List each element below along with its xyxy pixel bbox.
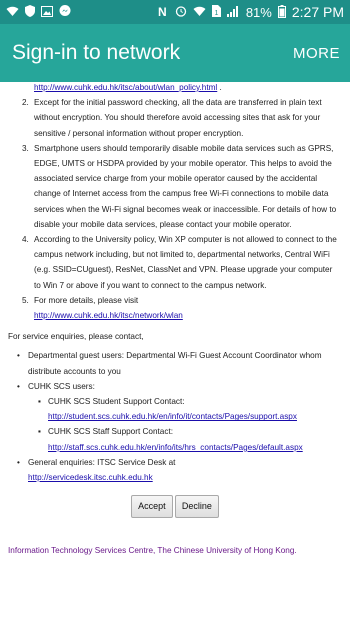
item-text: For more details, please visit xyxy=(34,295,139,305)
button-row: Accept Decline xyxy=(0,495,350,519)
shield-icon xyxy=(25,5,35,19)
app-bar: Sign-in to network MORE xyxy=(0,24,350,82)
more-button[interactable]: MORE xyxy=(293,45,340,62)
clock: 2:27 PM xyxy=(291,4,344,20)
item-number: 2. xyxy=(22,98,29,108)
status-right: N 1 81% 2:27 PM xyxy=(158,4,344,20)
list-item: 4. According to the University policy, W… xyxy=(0,232,350,293)
item-number: 5. xyxy=(22,295,29,305)
item-text: Smartphone users should temporarily disa… xyxy=(34,143,337,229)
decline-button[interactable]: Decline xyxy=(174,495,219,519)
wifi-signal-icon xyxy=(193,6,206,19)
content-scroll: http://www.cuhk.edu.hk/itsc/about/wlan_p… xyxy=(0,82,350,556)
staff-support-link[interactable]: http://staff.scs.cuhk.edu.hk/en/info/its… xyxy=(48,443,303,452)
alarm-icon xyxy=(175,5,187,19)
battery-percent: 81% xyxy=(245,4,272,20)
item-number: 3. xyxy=(22,143,29,153)
wifi-icon xyxy=(6,6,19,19)
footer: Information Technology Services Centre, … xyxy=(8,546,297,556)
link-suffix: . xyxy=(217,83,222,92)
staff-label: CUHK SCS Staff Support Contact: xyxy=(48,427,173,437)
item-number: 4. xyxy=(22,235,29,245)
status-left xyxy=(6,5,71,19)
bullet-icon: ▪ xyxy=(38,397,41,407)
list-item: 3. Smartphone users should temporarily d… xyxy=(0,141,350,232)
scs-sublist: ▪ CUHK SCS Student Support Contact: http… xyxy=(28,394,340,455)
item-text: Except for the initial password checking… xyxy=(34,98,322,138)
messenger-icon xyxy=(59,5,71,19)
departmental-text: Departmental guest users: Departmental W… xyxy=(28,351,322,376)
nfc-icon: N xyxy=(158,5,169,19)
wlan-details-link[interactable]: http://www.cuhk.edu.hk/itsc/network/wlan xyxy=(34,311,183,320)
cell-signal-icon xyxy=(226,5,240,19)
status-bar: N 1 81% 2:27 PM xyxy=(0,0,350,24)
list-item: • Departmental guest users: Departmental… xyxy=(0,348,350,378)
item-text: According to the University policy, Win … xyxy=(34,235,337,290)
list-item: 5. For more details, please visit http:/… xyxy=(0,293,350,323)
bullet-icon: • xyxy=(17,351,20,361)
scs-label: CUHK SCS users: xyxy=(28,381,95,391)
servicedesk-link[interactable]: http://servicedesk.itsc.cuhk.edu.hk xyxy=(28,473,153,482)
accept-button[interactable]: Accept xyxy=(131,495,173,519)
sim-icon: 1 xyxy=(211,5,221,19)
policy-continuation: http://www.cuhk.edu.hk/itsc/about/wlan_p… xyxy=(0,82,350,95)
image-icon xyxy=(41,5,53,19)
bullet-icon: • xyxy=(17,457,20,467)
list-item: 2. Except for the initial password check… xyxy=(0,95,350,141)
list-item: ▪ CUHK SCS Student Support Contact: http… xyxy=(28,394,340,424)
bullet-icon: ▪ xyxy=(38,427,41,437)
student-support-link[interactable]: http://student.scs.cuhk.edu.hk/en/info/i… xyxy=(48,412,297,421)
enquiry-intro: For service enquiries, please contact, xyxy=(8,332,144,342)
wlan-policy-link[interactable]: http://www.cuhk.edu.hk/itsc/about/wlan_p… xyxy=(34,83,217,92)
student-label: CUHK SCS Student Support Contact: xyxy=(48,397,185,407)
captive-portal-content[interactable]: http://www.cuhk.edu.hk/itsc/about/wlan_p… xyxy=(0,82,350,619)
enquiry-list: • Departmental guest users: Departmental… xyxy=(0,348,350,485)
bullet-icon: • xyxy=(17,381,20,391)
page-title: Sign-in to network xyxy=(12,41,181,64)
battery-icon xyxy=(277,4,286,20)
list-item: ▪ CUHK SCS Staff Support Contact: http:/… xyxy=(28,424,340,454)
policy-list: 2. Except for the initial password check… xyxy=(0,95,350,323)
svg-text:1: 1 xyxy=(214,10,218,17)
svg-text:N: N xyxy=(158,5,167,17)
list-item: • General enquiries: ITSC Service Desk a… xyxy=(0,455,350,485)
list-item: • CUHK SCS users: ▪ CUHK SCS Student Sup… xyxy=(0,379,350,455)
general-label: General enquiries: ITSC Service Desk at xyxy=(28,457,176,467)
